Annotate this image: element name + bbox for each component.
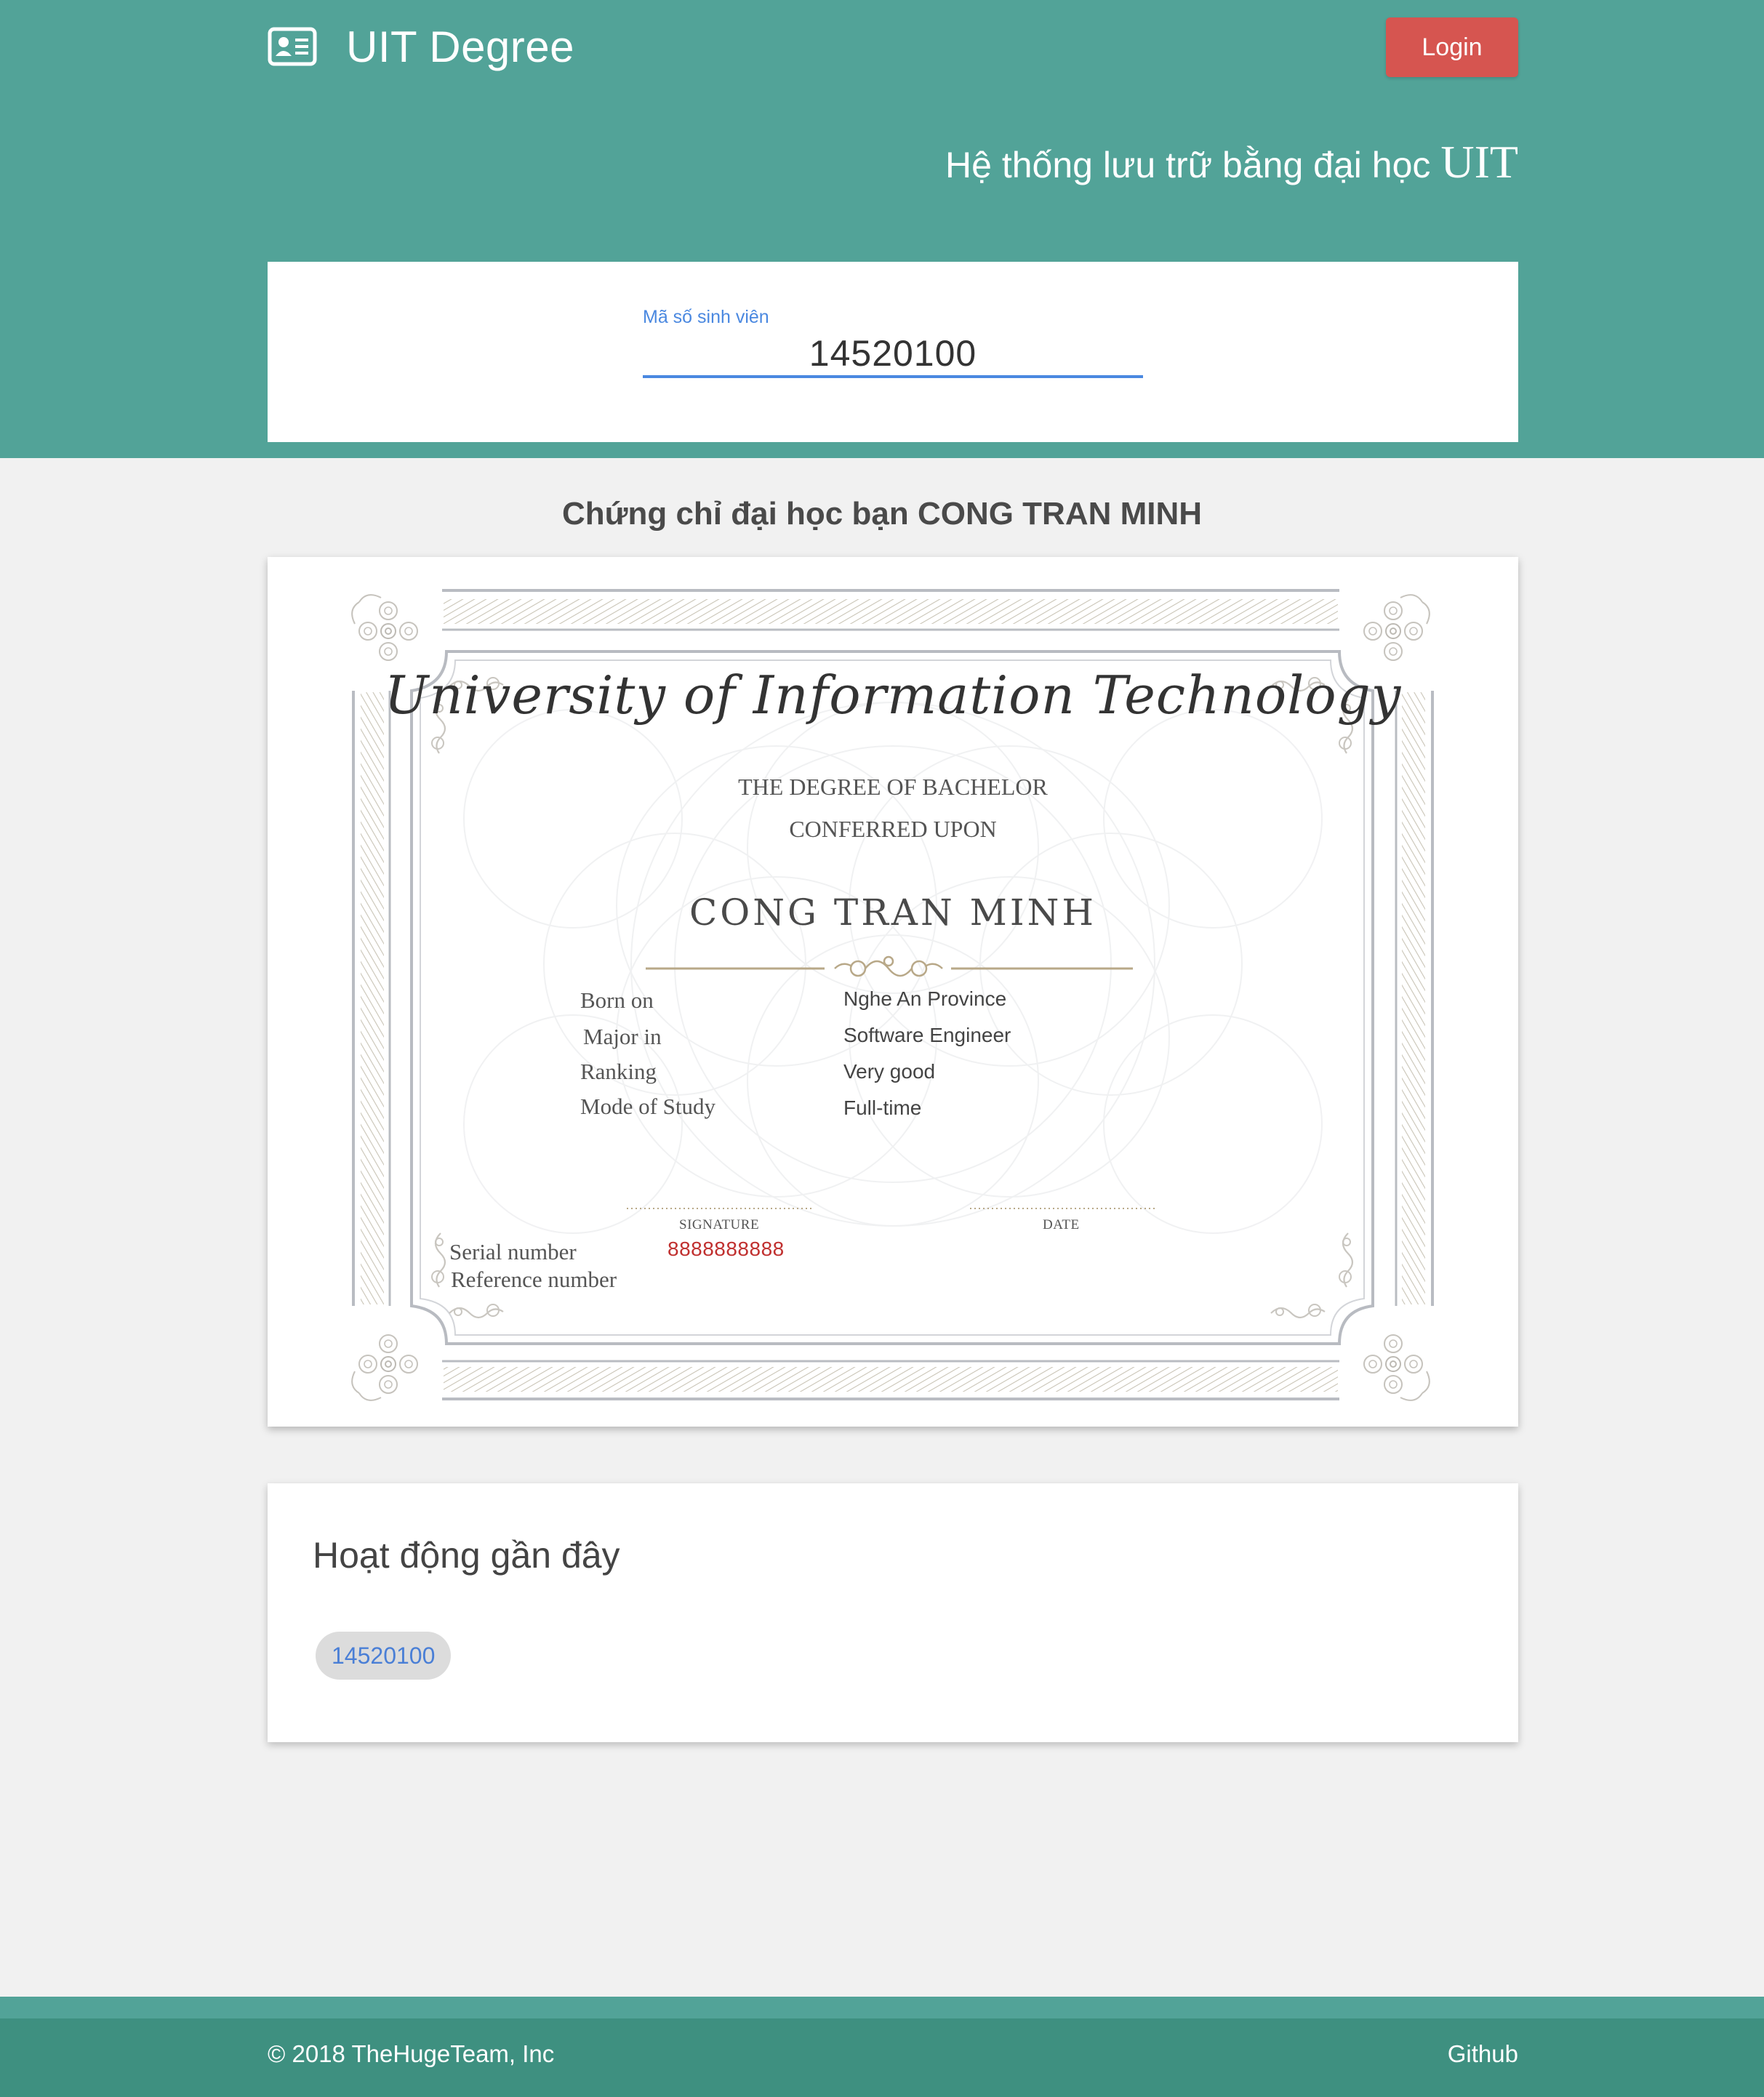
footer: © 2018 TheHugeTeam, Inc Github — [0, 2018, 1764, 2097]
field-value-born: Nghe An Province — [843, 987, 1007, 1010]
field-value-mode: Full-time — [843, 1096, 922, 1119]
activity-chip[interactable]: 14520100 — [316, 1632, 452, 1680]
recent-activity-title: Hoạt động gần đây — [313, 1535, 620, 1576]
degree-title: THE DEGREE OF BACHELOR — [738, 774, 1048, 800]
copyright: © 2018 TheHugeTeam, Inc — [268, 2040, 555, 2067]
field-value-ranking: Very good — [843, 1060, 936, 1083]
recipient-name: CONG TRAN MINH — [689, 891, 1097, 934]
conferred-upon: CONFERRED UPON — [789, 816, 997, 842]
student-id-label: Mã số sinh viên — [643, 307, 769, 327]
university-name: University of Information Technology — [384, 665, 1402, 726]
brand[interactable]: UIT Degree — [268, 20, 574, 73]
certificate-heading: Chứng chỉ đại học bạn CONG TRAN MINH — [561, 496, 1203, 532]
header: UIT Degree Login Hệ thống lưu trữ bằng đ… — [0, 0, 1764, 458]
github-link[interactable]: Github — [1448, 2040, 1518, 2068]
date-label: DATE — [1043, 1217, 1080, 1232]
tagline: Hệ thống lưu trữ bằng đại học UIT — [945, 135, 1518, 189]
field-label-mode: Mode of Study — [580, 1094, 715, 1119]
field-label-ranking: Ranking — [580, 1059, 657, 1084]
student-id-input[interactable] — [643, 332, 1143, 378]
brand-name: UIT Degree — [346, 22, 575, 71]
field-value-major: Software Engineer — [843, 1024, 1011, 1046]
recent-activity-card: Hoạt động gần đây 14520100 — [268, 1483, 1518, 1742]
field-label-born: Born on — [580, 987, 654, 1013]
tagline-strong: UIT — [1440, 136, 1518, 188]
footer-strip — [0, 1997, 1764, 2018]
signature-label: SIGNATURE — [679, 1217, 760, 1232]
serial-value: 8888888888 — [667, 1238, 785, 1260]
field-label-major: Major in — [583, 1024, 662, 1049]
serial-label: Serial number — [449, 1239, 577, 1264]
login-button[interactable]: Login — [1386, 17, 1518, 77]
reference-label: Reference number — [451, 1267, 617, 1292]
id-card-icon — [268, 27, 317, 66]
tagline-text: Hệ thống lưu trữ bằng đại học — [945, 145, 1431, 185]
search-card: Mã số sinh viên — [268, 262, 1518, 442]
certificate-card: University of Information Technology THE… — [268, 557, 1518, 1427]
